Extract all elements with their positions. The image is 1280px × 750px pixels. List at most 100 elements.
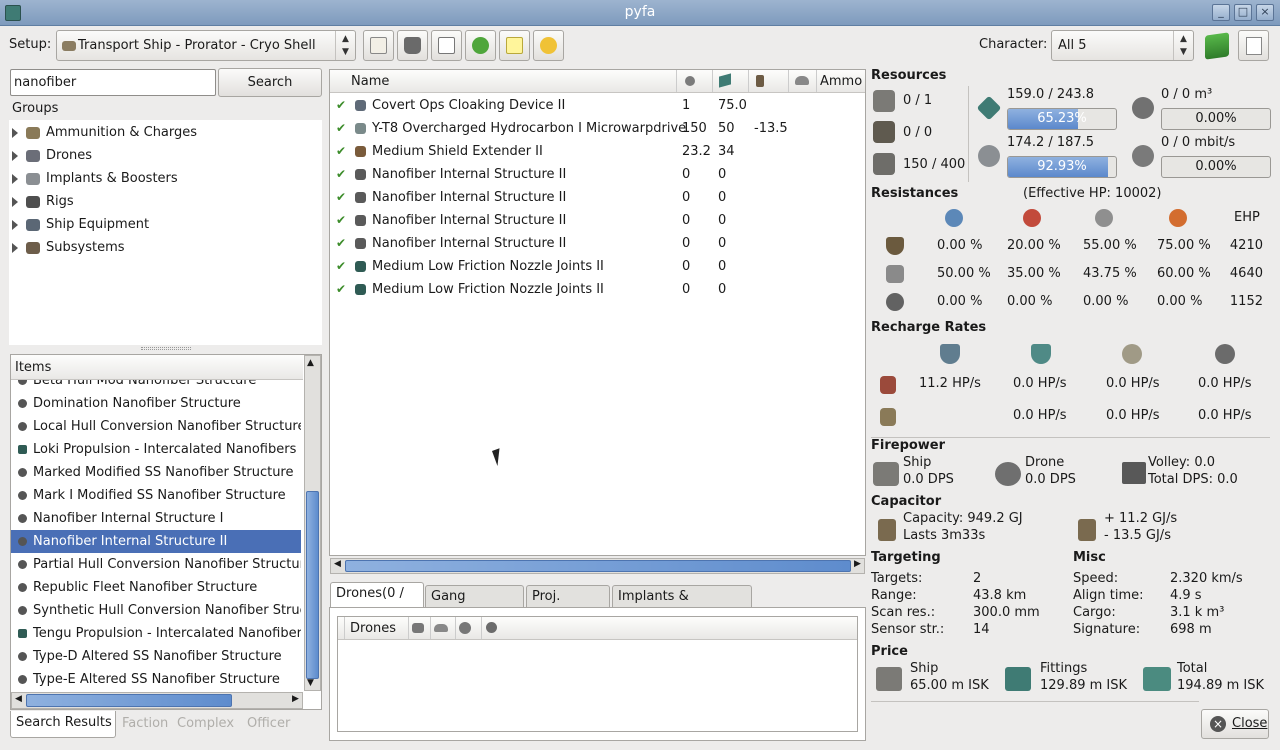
tab-projected-effects[interactable]: Proj. effects	[526, 585, 610, 626]
list-item[interactable]: Nanofiber Internal Structure I	[11, 507, 301, 530]
column-ammo[interactable]: Ammo	[820, 74, 862, 89]
tab-complex[interactable]: Complex	[173, 712, 238, 737]
list-item[interactable]: Synthetic Hull Conversion Nanofiber Stru…	[11, 599, 301, 622]
tab-implants-boosters[interactable]: Implants & Boosters	[612, 585, 752, 626]
scrollbar-thumb[interactable]	[26, 694, 232, 707]
group-item[interactable]: Ship Equipment	[12, 214, 149, 236]
list-item[interactable]: Beta Hull Mod Nanofiber Structure	[11, 380, 301, 392]
rig-icon	[18, 537, 27, 546]
module-row[interactable]: ✔ Nanofiber Internal Structure II 0 0	[331, 163, 864, 186]
splitter-handle[interactable]	[141, 347, 191, 350]
new-button[interactable]	[499, 30, 530, 61]
minimize-button[interactable]: _	[1212, 4, 1230, 21]
turret-slots: 0 / 1	[903, 93, 933, 108]
group-item[interactable]: Subsystems	[12, 237, 125, 259]
group-item[interactable]: Drones	[12, 145, 92, 167]
misc-title: Misc	[1073, 550, 1106, 565]
list-item[interactable]: Mark I Modified SS Nanofiber Structure	[11, 484, 301, 507]
window-close-button[interactable]: ×	[1256, 4, 1274, 21]
checkmark-icon[interactable]: ✔	[336, 163, 346, 186]
module-row[interactable]: ✔ Medium Low Friction Nozzle Joints II 0 0	[331, 278, 864, 301]
fitting-hscrollbar[interactable]: ◀ ▶	[330, 558, 865, 574]
character-editor-icon[interactable]	[1205, 32, 1229, 60]
checkmark-icon[interactable]: ✔	[336, 278, 346, 301]
group-item[interactable]: Implants & Boosters	[12, 168, 178, 190]
checkmark-icon[interactable]: ✔	[336, 255, 346, 278]
power-icon	[978, 145, 1000, 167]
checkmark-icon[interactable]: ✔	[336, 94, 346, 117]
column-drones[interactable]: Drones	[350, 621, 396, 636]
expand-arrow-icon[interactable]	[12, 127, 18, 138]
range-column-icon	[795, 76, 809, 85]
expand-arrow-icon[interactable]	[12, 150, 18, 161]
search-input[interactable]: nanofiber	[10, 69, 216, 96]
module-row[interactable]: ✔ Y-T8 Overcharged Hydrocarbon I Microwar…	[331, 117, 864, 140]
resist-explosive: 75.00 %	[1157, 238, 1211, 253]
items-vscrollbar[interactable]: ▲ ▼	[304, 355, 321, 691]
module-row[interactable]: ✔ Nanofiber Internal Structure II 0 0	[331, 186, 864, 209]
undo-button[interactable]	[533, 30, 564, 61]
module-row[interactable]: ✔ Nanofiber Internal Structure II 0 0	[331, 209, 864, 232]
cpu-usage-bar: 65.23%	[1007, 108, 1117, 130]
checkmark-icon[interactable]: ✔	[336, 140, 346, 163]
list-item[interactable]: Marked Modified SS Nanofiber Structure	[11, 461, 301, 484]
expand-arrow-icon[interactable]	[12, 242, 18, 253]
maximize-button[interactable]: □	[1234, 4, 1252, 21]
module-row[interactable]: ✔ Medium Shield Extender II 23.2 34	[331, 140, 864, 163]
drone-dps-icon	[995, 462, 1021, 486]
items-hscrollbar[interactable]: ◀ ▶	[11, 692, 303, 709]
checkmark-icon[interactable]: ✔	[336, 117, 346, 140]
list-item[interactable]: Tengu Propulsion - Intercalated Nanofibe…	[11, 622, 301, 645]
list-item[interactable]: Republic Fleet Nanofiber Structure	[11, 576, 301, 599]
targeting-value: 43.8 km	[973, 588, 1027, 603]
list-item[interactable]: Type-E Altered SS Nanofiber Structure	[11, 668, 301, 691]
api-import-button[interactable]	[1238, 30, 1269, 61]
new-fit-button[interactable]	[363, 30, 394, 61]
tab-drones[interactable]: Drones(0 / 5)	[330, 582, 424, 623]
module-row[interactable]: ✔ Covert Ops Cloaking Device II 1 75.0	[331, 94, 864, 117]
copy-fit-button[interactable]	[431, 30, 462, 61]
calibration-value: 150 / 400	[903, 157, 966, 172]
module-row[interactable]: ✔ Medium Low Friction Nozzle Joints II 0 0	[331, 255, 864, 278]
targeting-label: Range:	[871, 588, 917, 603]
search-button[interactable]: Search	[218, 68, 322, 97]
list-item[interactable]: Partial Hull Conversion Nanofiber Struct…	[11, 553, 301, 576]
scrollbar-thumb[interactable]	[306, 491, 319, 679]
list-item[interactable]: Type-D Altered SS Nanofiber Structure	[11, 645, 301, 668]
drone-bay-value: 0 / 0 m³	[1161, 87, 1213, 102]
price-title: Price	[871, 644, 908, 659]
group-item[interactable]: Ammunition & Charges	[12, 122, 197, 144]
character-selector[interactable]: All 5 ▲ ▼	[1051, 30, 1194, 61]
setup-value: Transport Ship - Prorator - Cryo Shell	[78, 38, 316, 53]
price-total-label: Total	[1177, 661, 1208, 676]
list-item[interactable]: Local Hull Conversion Nanofiber Structur…	[11, 415, 301, 438]
module-row[interactable]: ✔ Nanofiber Internal Structure II 0 0	[331, 232, 864, 255]
setup-selector[interactable]: Transport Ship - Prorator - Cryo Shell ▲…	[56, 30, 356, 61]
scroll-left-icon: ◀	[15, 694, 22, 704]
tab-gang-bonuses[interactable]: Gang bonuses	[425, 585, 524, 626]
tab-officer[interactable]: Officer	[243, 712, 294, 737]
rig-icon	[18, 583, 27, 592]
tab-faction[interactable]: Faction	[118, 712, 172, 737]
expand-arrow-icon[interactable]	[12, 196, 18, 207]
capacitor-delta-icon	[1078, 519, 1096, 541]
expand-arrow-icon[interactable]	[12, 219, 18, 230]
expand-arrow-icon[interactable]	[12, 173, 18, 184]
list-item[interactable]: Domination Nanofiber Structure	[11, 392, 301, 415]
close-button[interactable]: × Close	[1201, 709, 1269, 739]
list-item[interactable]: Nanofiber Internal Structure II	[11, 530, 301, 553]
refresh-button[interactable]	[465, 30, 496, 61]
column-name[interactable]: Name	[351, 74, 389, 89]
checkmark-icon[interactable]: ✔	[336, 209, 346, 232]
new-icon	[506, 37, 523, 54]
group-item[interactable]: Rigs	[12, 191, 74, 213]
list-item[interactable]: Loki Propulsion - Intercalated Nanofiber…	[11, 438, 301, 461]
tab-search-results[interactable]: Search Results	[10, 711, 116, 738]
delete-fit-button[interactable]	[397, 30, 428, 61]
checkmark-icon[interactable]: ✔	[336, 232, 346, 255]
thermal-resist-icon	[1023, 209, 1041, 227]
targeting-label: Sensor str.:	[871, 622, 945, 637]
scrollbar-thumb[interactable]	[345, 560, 851, 572]
effective-hp: (Effective HP: 10002)	[1023, 186, 1162, 201]
checkmark-icon[interactable]: ✔	[336, 186, 346, 209]
